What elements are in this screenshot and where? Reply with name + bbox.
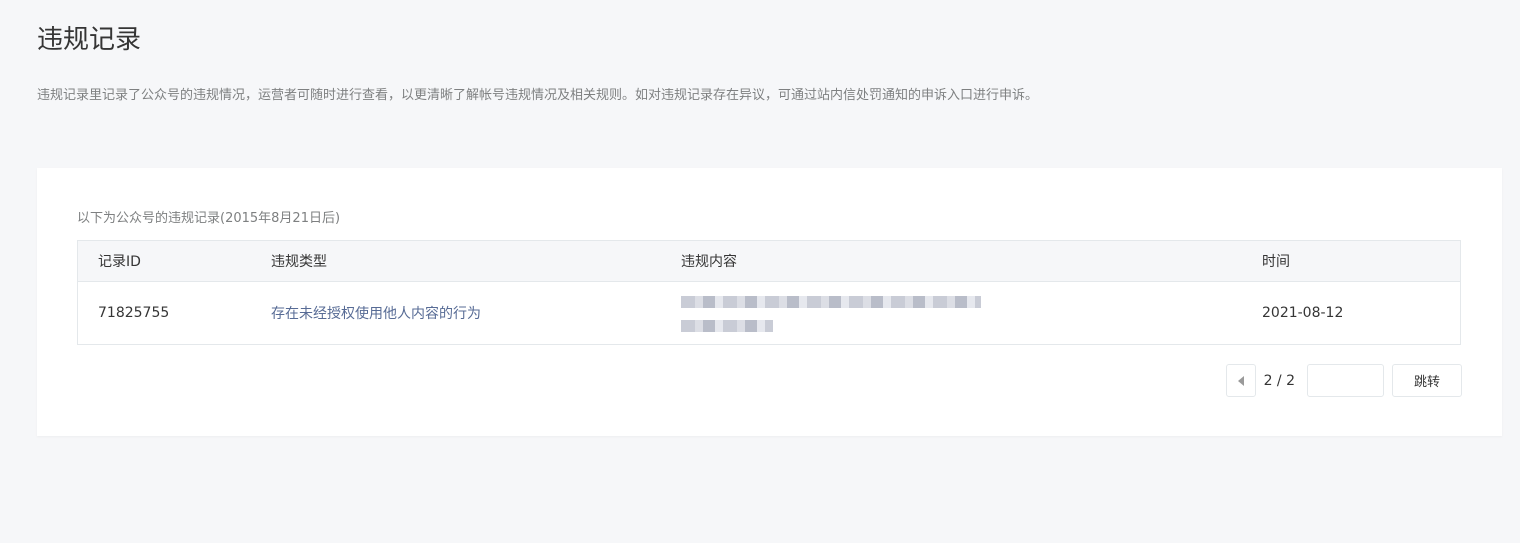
column-header-time: 时间 [1262,254,1290,270]
column-header-content: 违规内容 [681,254,737,270]
records-card: 以下为公众号的违规记录(2015年8月21日后) 记录ID 违规类型 违规内容 … [37,168,1502,436]
pagination: 2 / 2 跳转 [1225,364,1462,397]
column-header-id: 记录ID [98,254,141,270]
records-table: 记录ID 违规类型 违规内容 时间 71825755 存在未经授权使用他人内容的… [77,240,1461,345]
prev-page-button[interactable] [1225,364,1256,397]
record-type[interactable]: 存在未经授权使用他人内容的行为 [271,282,481,344]
records-caption: 以下为公众号的违规记录(2015年8月21日后) [77,211,341,226]
table-row: 71825755 存在未经授权使用他人内容的行为 2021-08-12 [78,282,1460,344]
redacted-content [681,294,981,334]
triangle-left-icon [1237,375,1244,386]
jump-button[interactable]: 跳转 [1392,364,1462,397]
table-header: 记录ID 违规类型 违规内容 时间 [78,241,1460,282]
page-jump-input[interactable] [1307,364,1384,397]
column-header-type: 违规类型 [271,254,327,270]
record-id: 71825755 [98,305,170,321]
page-description: 违规记录里记录了公众号的违规情况，运营者可随时进行查看，以更清晰了解帐号违规情况… [37,88,1039,103]
page-indicator: 2 / 2 [1263,372,1295,389]
record-date: 2021-08-12 [1262,305,1344,321]
page-title: 违规记录 [37,25,142,55]
